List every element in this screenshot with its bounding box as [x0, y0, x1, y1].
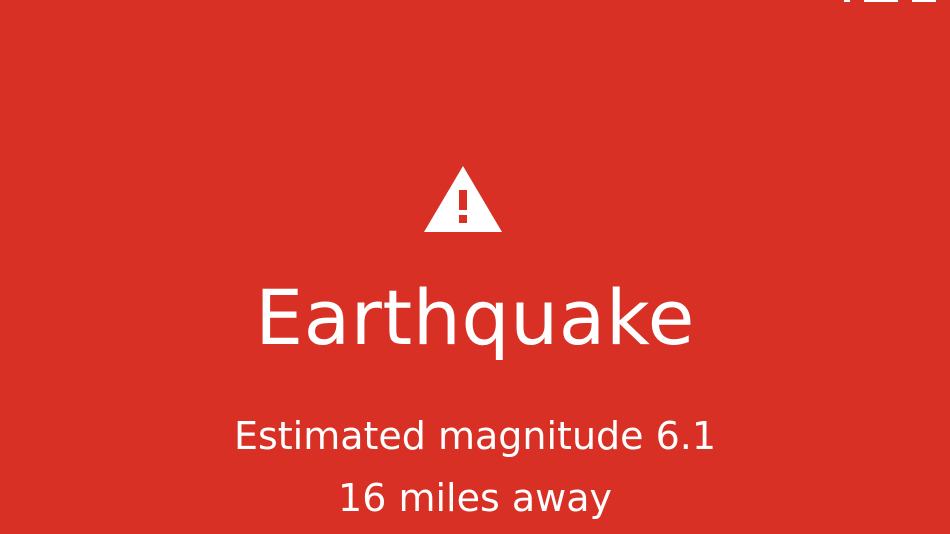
warning-triangle-icon — [424, 166, 502, 232]
magnitude-text: Estimated magnitude 6.1 — [233, 414, 717, 458]
alert-title: Earthquake — [255, 273, 695, 362]
wifi-icon — [864, 0, 898, 2]
status-bar-icons — [844, 0, 936, 2]
signal-icon — [844, 0, 850, 2]
battery-icon — [912, 0, 936, 2]
distance-text: 16 miles away — [338, 476, 612, 520]
